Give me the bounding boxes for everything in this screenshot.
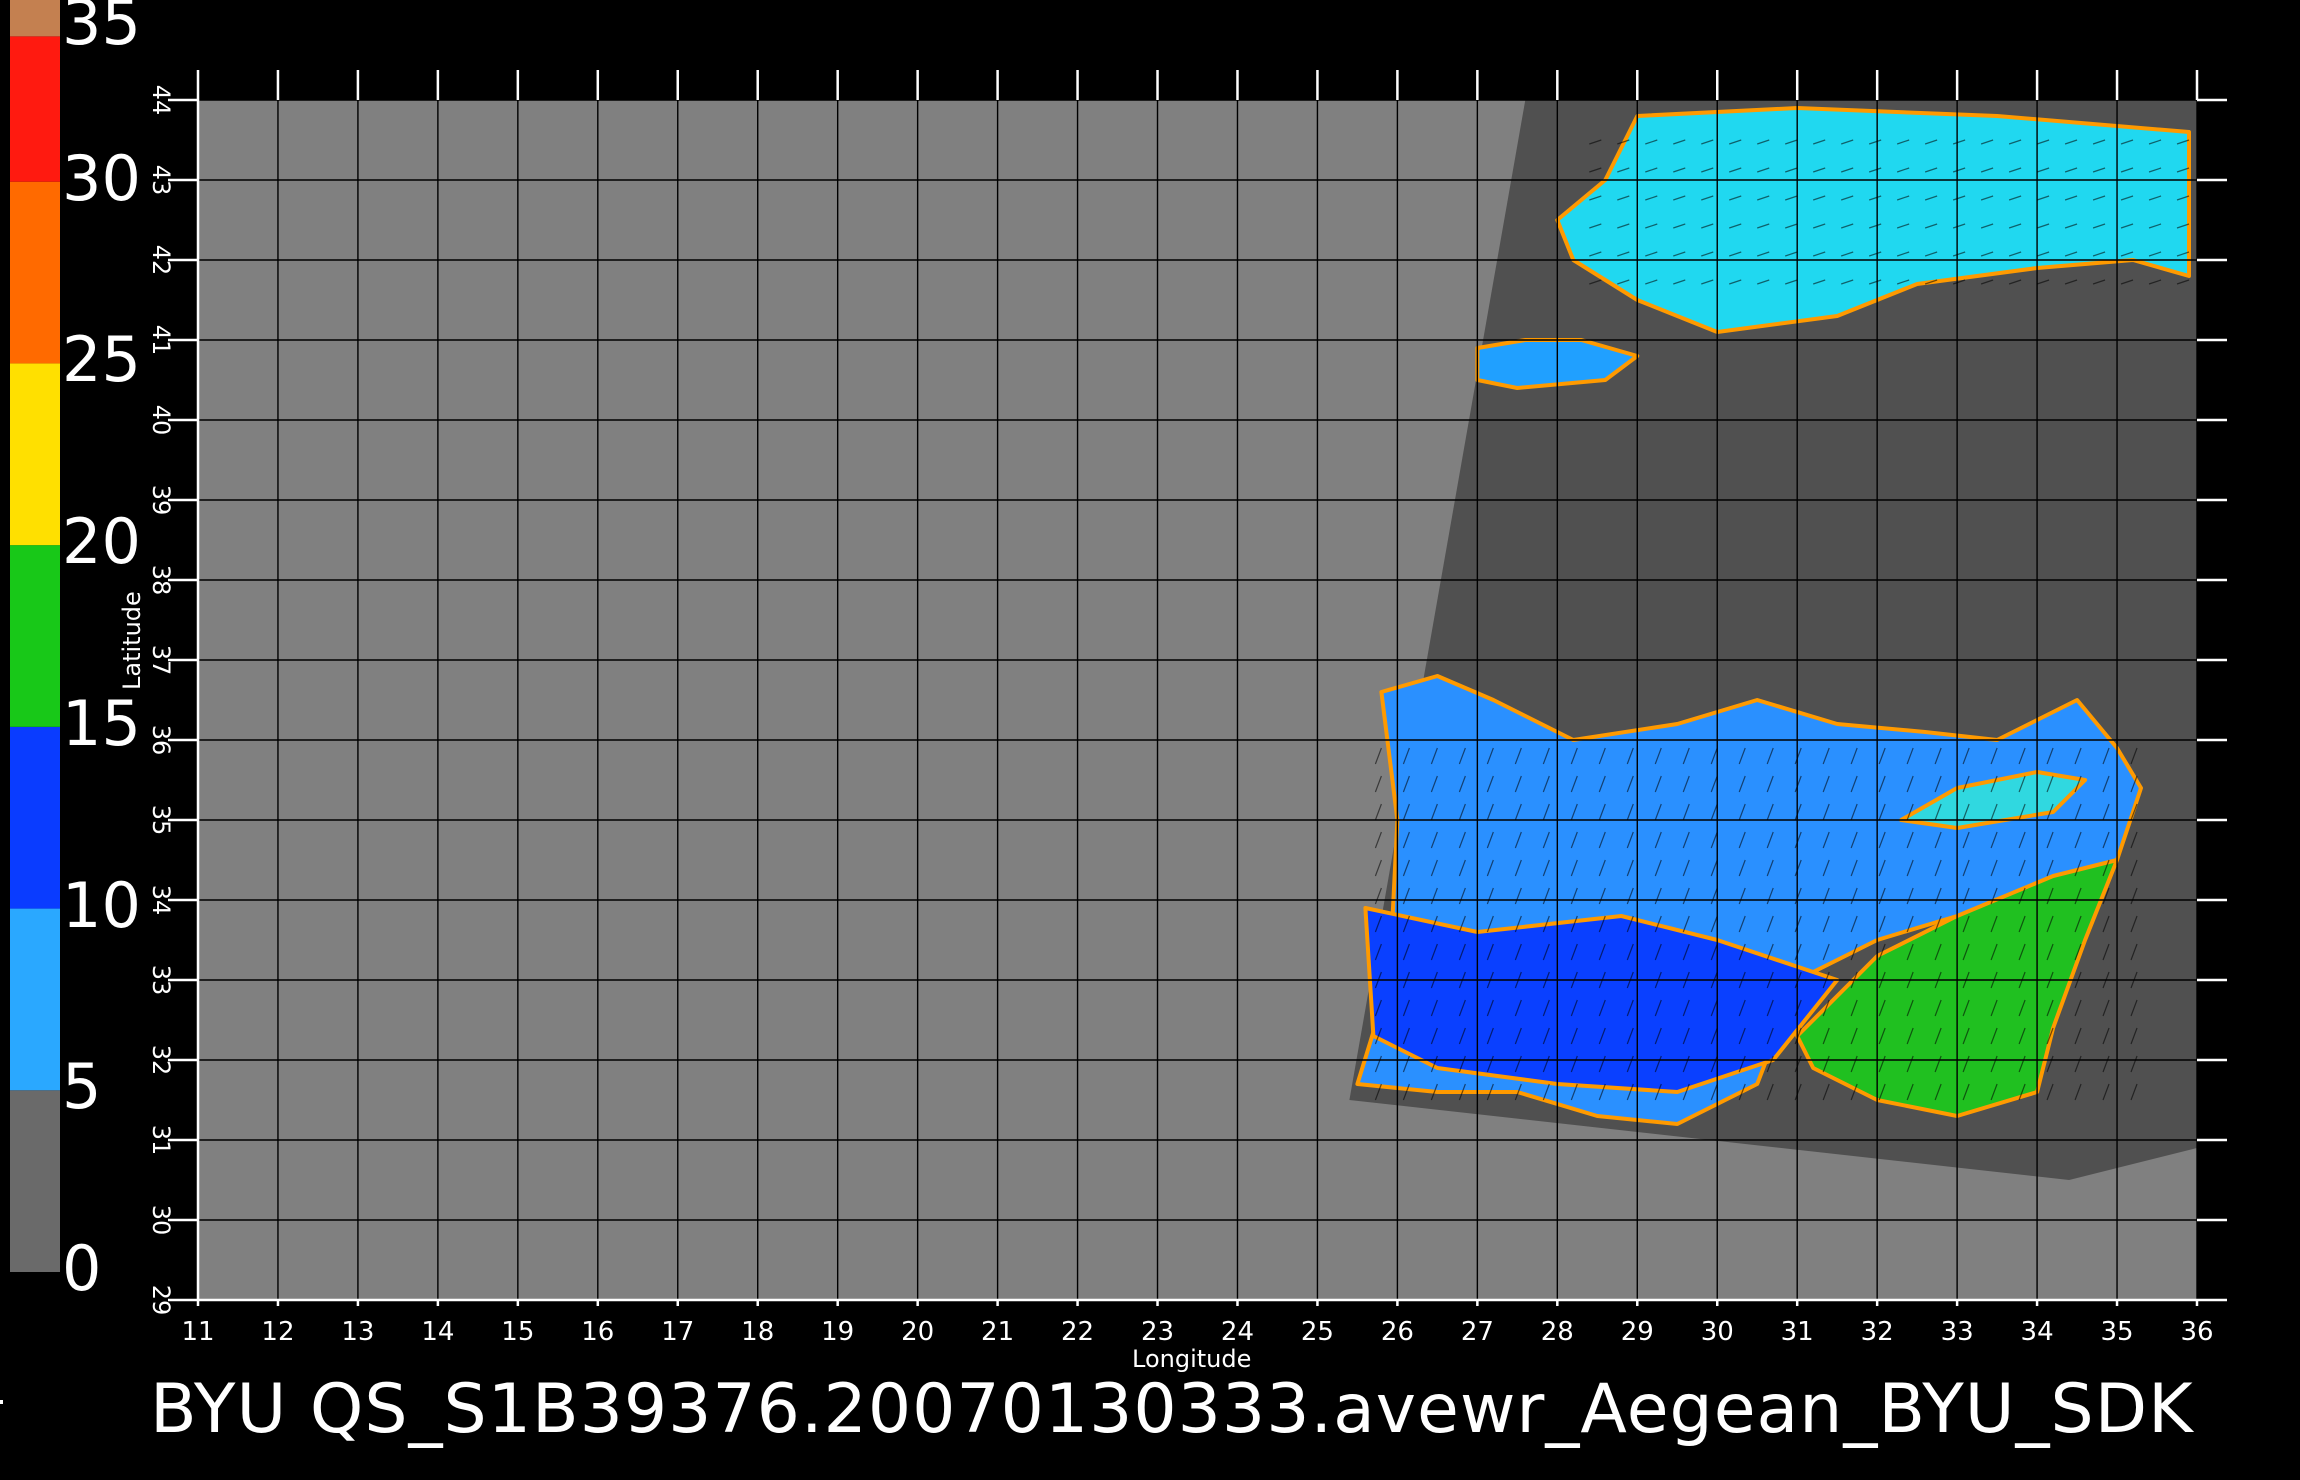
x-tick-label: 29 bbox=[1621, 1317, 1654, 1347]
y-tick-label: 38 bbox=[147, 565, 175, 596]
x-tick-label: 24 bbox=[1221, 1317, 1254, 1347]
x-tick-label: 36 bbox=[2180, 1317, 2213, 1347]
x-tick-label: 23 bbox=[1141, 1317, 1174, 1347]
left-edge-mark bbox=[0, 1400, 3, 1404]
x-tick-label: 35 bbox=[2100, 1317, 2133, 1347]
x-tick-label: 27 bbox=[1461, 1317, 1494, 1347]
x-tick-label: 34 bbox=[2021, 1317, 2054, 1347]
y-tick-label: 32 bbox=[147, 1045, 175, 1076]
x-axis-label: Longitude bbox=[1132, 1345, 1252, 1373]
map-title: BYU QS_S1B39376.20070130333.avewr_Aegean… bbox=[150, 1370, 2194, 1449]
x-tick-label: 22 bbox=[1061, 1317, 1094, 1347]
x-tick-label: 16 bbox=[581, 1317, 614, 1347]
y-tick-label: 36 bbox=[147, 725, 175, 756]
y-tick-label: 39 bbox=[147, 485, 175, 516]
x-tick-label: 17 bbox=[661, 1317, 694, 1347]
y-tick-label: 42 bbox=[147, 245, 175, 276]
x-tick-label: 31 bbox=[1781, 1317, 1814, 1347]
x-tick-label: 28 bbox=[1541, 1317, 1574, 1347]
x-tick-label: 18 bbox=[741, 1317, 774, 1347]
x-tick-label: 30 bbox=[1701, 1317, 1734, 1347]
x-tick-label: 13 bbox=[341, 1317, 374, 1347]
x-tick-label: 21 bbox=[981, 1317, 1014, 1347]
y-tick-label: 37 bbox=[147, 645, 175, 676]
y-tick-label: 35 bbox=[147, 805, 175, 836]
y-tick-label: 43 bbox=[147, 165, 175, 196]
x-tick-label: 26 bbox=[1381, 1317, 1414, 1347]
x-tick-label: 32 bbox=[1861, 1317, 1894, 1347]
x-tick-label: 11 bbox=[181, 1317, 214, 1347]
x-tick-label: 12 bbox=[261, 1317, 294, 1347]
y-axis-label: Latitude bbox=[118, 591, 146, 690]
x-tick-label: 15 bbox=[501, 1317, 534, 1347]
y-tick-label: 34 bbox=[147, 885, 175, 916]
y-tick-label: 40 bbox=[147, 405, 175, 436]
x-tick-label: 19 bbox=[821, 1317, 854, 1347]
x-tick-label: 25 bbox=[1301, 1317, 1334, 1347]
map-plot: 11 12 13 14 15 16 17 18 19 20 21 22 23 24 25 26 27 28 29 30… bbox=[147, 70, 2227, 1347]
y-tick-label: 44 bbox=[147, 85, 175, 116]
x-tick-label: 20 bbox=[901, 1317, 934, 1347]
x-tick-label: 33 bbox=[1941, 1317, 1974, 1347]
x-tick-label: 14 bbox=[421, 1317, 454, 1347]
y-tick-label: 33 bbox=[147, 965, 175, 996]
y-tick-label: 31 bbox=[147, 1125, 175, 1156]
y-tick-label: 29 bbox=[147, 1285, 175, 1316]
y-tick-label: 41 bbox=[147, 325, 175, 356]
y-tick-label: 30 bbox=[147, 1205, 175, 1236]
